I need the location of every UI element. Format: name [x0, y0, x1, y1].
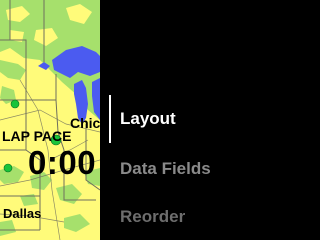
city-label-dallas: Dallas [3, 206, 42, 221]
menu-item-layout[interactable]: Layout [120, 110, 176, 127]
watch-screen: Chic LAP PACE 0:00 Dallas Layout Data Fi… [0, 0, 240, 240]
data-field-label: LAP PACE [2, 128, 72, 144]
location-marker [3, 163, 13, 173]
city-label-chicago: Chic [70, 115, 100, 131]
data-field-value: 0:00 [28, 144, 97, 181]
settings-menu: Layout Data Fields Reorder [120, 0, 240, 240]
menu-item-data-fields[interactable]: Data Fields [120, 160, 211, 177]
selection-indicator [109, 95, 111, 143]
map-preview: Chic LAP PACE 0:00 Dallas [0, 0, 100, 240]
menu-item-reorder[interactable]: Reorder [120, 208, 185, 225]
location-marker [10, 99, 20, 109]
